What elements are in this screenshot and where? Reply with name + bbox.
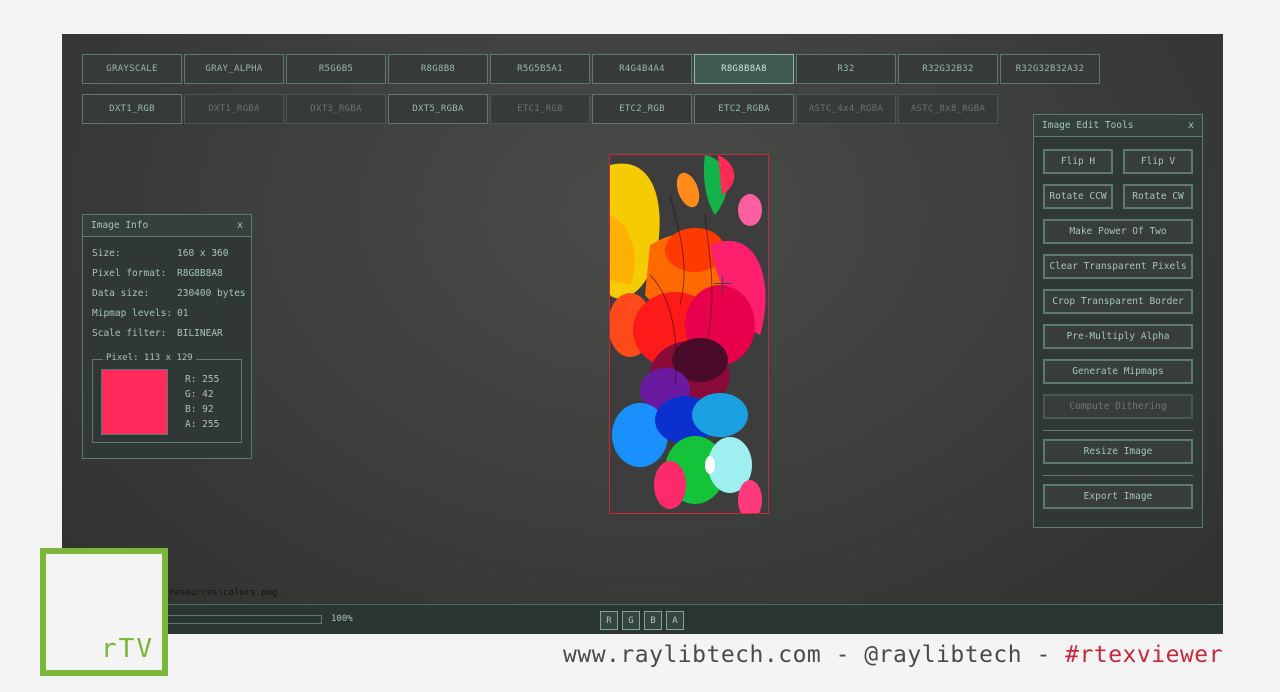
footer-tag: #rtexviewer — [1065, 642, 1223, 668]
image-info-header[interactable]: Image Info x — [83, 215, 251, 237]
compute-dithering-button[interactable]: Compute Dithering — [1043, 394, 1193, 419]
format-r8g8b8a8-button[interactable]: R8G8B8A8 — [694, 54, 794, 84]
channel-b-toggle[interactable]: B — [644, 611, 662, 630]
clear-transparent-button[interactable]: Clear Transparent Pixels — [1043, 254, 1193, 279]
info-label-format: Pixel format: — [92, 268, 167, 279]
resize-image-button[interactable]: Resize Image — [1043, 439, 1193, 464]
pixel-group: Pixel: 113 x 129 R: 255 G: 42 B: 92 A: 2… — [92, 353, 242, 443]
format-dxt5-rgba-button[interactable]: DXT5_RGBA — [388, 94, 488, 124]
pixel-color-swatch — [101, 369, 168, 435]
crop-transparent-button[interactable]: Crop Transparent Border — [1043, 289, 1193, 314]
format-r5g6b5-button[interactable]: R5G6B5 — [286, 54, 386, 84]
format-etc2-rgba-button[interactable]: ETC2_RGBA — [694, 94, 794, 124]
info-value-datasize: 230400 bytes — [177, 288, 246, 299]
format-r4g4b4a4-button[interactable]: R4G4B4A4 — [592, 54, 692, 84]
format-etc1-rgb-button[interactable]: ETC1_RGB — [490, 94, 590, 124]
app-window: GRAYSCALE GRAY_ALPHA R5G6B5 R8G8B8 R5G5B… — [62, 34, 1223, 634]
pixel-group-title: Pixel: 113 x 129 — [103, 353, 196, 363]
info-value-filter: BILINEAR — [177, 328, 223, 339]
zoom-value: 100% — [331, 614, 353, 624]
format-dxt1-rgba-button[interactable]: DXT1_RGBA — [184, 94, 284, 124]
format-grayscale-button[interactable]: GRAYSCALE — [82, 54, 182, 84]
edit-tools-header[interactable]: Image Edit Tools x — [1034, 115, 1202, 137]
channel-a-toggle[interactable]: A — [666, 611, 684, 630]
image-info-title: Image Info — [91, 220, 149, 231]
channel-g-toggle[interactable]: G — [622, 611, 640, 630]
make-power-of-two-button[interactable]: Make Power Of Two — [1043, 219, 1193, 244]
info-value-format: R8G8B8A8 — [177, 268, 223, 279]
format-astc-4x4-rgba-button[interactable]: ASTC_4x4_RGBA — [796, 94, 896, 124]
premultiply-alpha-button[interactable]: Pre-Multiply Alpha — [1043, 324, 1193, 349]
info-label-datasize: Data size: — [92, 288, 150, 299]
edit-tools-panel: Image Edit Tools x Flip H Flip V Rotate … — [1033, 114, 1203, 528]
rotate-ccw-button[interactable]: Rotate CCW — [1043, 184, 1113, 209]
format-r32g32b32-button[interactable]: R32G32B32 — [898, 54, 998, 84]
format-dxt3-rgba-button[interactable]: DXT3_RGBA — [286, 94, 386, 124]
tools-divider — [1043, 430, 1193, 431]
info-value-size: 160 x 360 — [177, 248, 229, 259]
rotate-cw-button[interactable]: Rotate CW — [1123, 184, 1193, 209]
format-r32-button[interactable]: R32 — [796, 54, 896, 84]
footer-credits: www.raylibtech.com - @raylibtech - #rtex… — [563, 642, 1223, 668]
format-r32g32b32a32-button[interactable]: R32G32B32A32 — [1000, 54, 1100, 84]
flip-h-button[interactable]: Flip H — [1043, 149, 1113, 174]
pixel-channel-b: B: 92 — [185, 404, 214, 415]
format-astc-8x8-rgba-button[interactable]: ASTC_8x8_RGBA — [898, 94, 998, 124]
status-bar: 100% R G B A — [62, 604, 1223, 634]
flip-v-button[interactable]: Flip V — [1123, 149, 1193, 174]
generate-mipmaps-button[interactable]: Generate Mipmaps — [1043, 359, 1193, 384]
format-r8g8b8-button[interactable]: R8G8B8 — [388, 54, 488, 84]
image-info-panel: Image Info x Size: 160 x 360 Pixel forma… — [82, 214, 252, 459]
info-label-mipmaps: Mipmap levels: — [92, 308, 173, 319]
edit-tools-title: Image Edit Tools — [1042, 120, 1134, 131]
info-label-size: Size: — [92, 248, 121, 259]
info-value-mipmaps: 01 — [177, 308, 189, 319]
logo-text: rTV — [101, 634, 154, 664]
close-icon[interactable]: x — [1188, 120, 1194, 131]
format-dxt1-rgb-button[interactable]: DXT1_RGB — [82, 94, 182, 124]
format-etc2-rgb-button[interactable]: ETC2_RGB — [592, 94, 692, 124]
info-label-filter: Scale filter: — [92, 328, 167, 339]
image-canvas[interactable] — [609, 154, 769, 514]
tools-divider — [1043, 475, 1193, 476]
pixel-channel-r: R: 255 — [185, 374, 220, 385]
pixel-channel-a: A: 255 — [185, 419, 220, 430]
texture-image — [610, 155, 768, 513]
export-image-button[interactable]: Export Image — [1043, 484, 1193, 509]
format-gray-alpha-button[interactable]: GRAY_ALPHA — [184, 54, 284, 84]
logo-background: rTV — [46, 554, 162, 670]
crosshair-cursor-icon — [714, 275, 732, 293]
format-r5g5b5a1-button[interactable]: R5G5B5A1 — [490, 54, 590, 84]
footer-site: www.raylibtech.com - @raylibtech - — [563, 642, 1066, 668]
close-icon[interactable]: x — [237, 220, 243, 231]
pixel-channel-g: G: 42 — [185, 389, 214, 400]
channel-r-toggle[interactable]: R — [600, 611, 618, 630]
rtv-logo: rTV — [40, 548, 168, 676]
